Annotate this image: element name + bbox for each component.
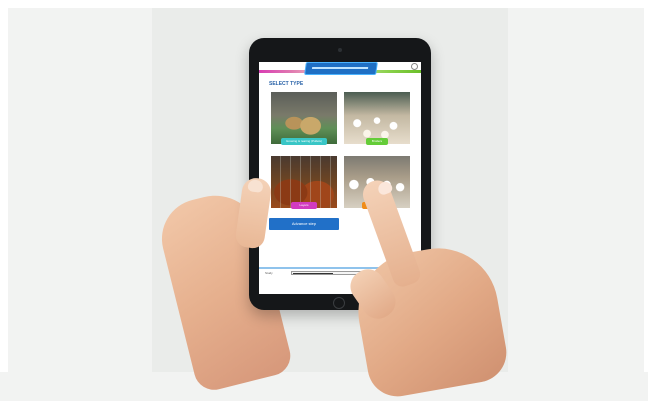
- tile-caption: Growing & rearing (Pullets): [281, 138, 327, 145]
- photo-border-top: [0, 0, 648, 8]
- progress-fill: [293, 273, 333, 274]
- photo-border-left: [0, 0, 8, 372]
- tile-pullets[interactable]: Growing & rearing (Pullets): [271, 92, 337, 145]
- layer-cages-photo: [271, 156, 337, 208]
- tile-caption: Broilers: [366, 138, 388, 145]
- chicks-photo: [271, 92, 337, 144]
- tile-layers[interactable]: Layers: [271, 156, 337, 209]
- section-title: SELECT TYPE: [269, 81, 304, 87]
- app-logo-icon: [304, 62, 378, 75]
- advance-step-button[interactable]: Advance step: [269, 218, 339, 230]
- broiler-house-photo: [344, 92, 410, 144]
- photo-border-right: [644, 0, 648, 372]
- tile-broilers[interactable]: Broilers: [344, 92, 410, 145]
- settings-icon[interactable]: [411, 63, 418, 70]
- home-button[interactable]: [333, 297, 345, 309]
- tile-caption: Layers: [291, 202, 317, 209]
- footer-label: Study: [265, 271, 273, 275]
- camera-icon: [338, 48, 342, 52]
